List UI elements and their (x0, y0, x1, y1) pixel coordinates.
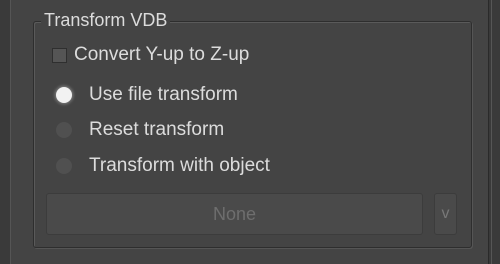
radio-reset-transform-label: Reset transform (89, 119, 225, 140)
convert-y-up-option[interactable]: Convert Y-up to Z-up (52, 42, 249, 68)
radio-use-file-transform[interactable]: Use file transform (52, 82, 238, 108)
radio-transform-with-object[interactable]: Transform with object (52, 153, 270, 179)
panel-scrollbar[interactable] (488, 0, 500, 264)
radio-use-file-transform-label: Use file transform (89, 84, 238, 105)
radio-transform-with-object-label: Transform with object (89, 155, 270, 176)
object-picker-value: None (212, 203, 257, 224)
radio-reset-transform[interactable]: Reset transform (52, 117, 224, 143)
convert-y-up-checkbox[interactable] (52, 47, 67, 63)
chevron-down-icon: v (441, 205, 450, 222)
radio-transform-with-object-button[interactable] (56, 158, 72, 174)
group-title: Transform VDB (41, 8, 171, 32)
object-picker-options-button[interactable]: v (434, 193, 457, 235)
convert-y-up-label: Convert Y-up to Z-up (74, 44, 250, 65)
panel-left-border (0, 0, 11, 264)
radio-use-file-transform-button[interactable] (56, 87, 72, 103)
radio-reset-transform-button[interactable] (56, 122, 72, 138)
transform-vdb-panel: Transform VDB Convert Y-up to Z-up Use f… (0, 0, 500, 264)
object-picker-button[interactable]: None (46, 193, 423, 235)
